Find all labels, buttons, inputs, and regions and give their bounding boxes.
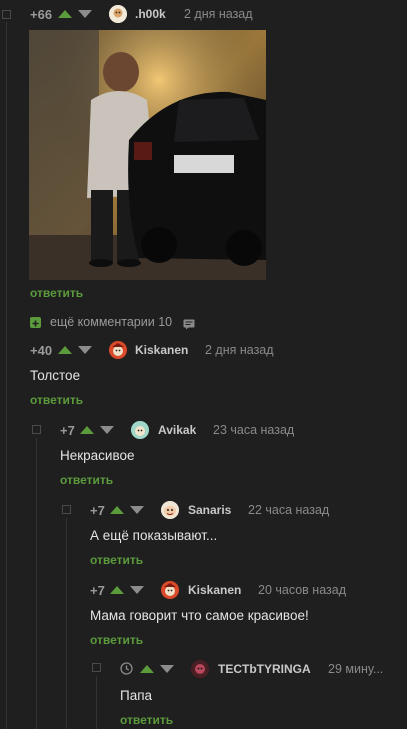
- username[interactable]: Kiskanen: [188, 583, 241, 597]
- comment-time: 2 дня назад: [184, 7, 253, 21]
- comment-rating: +40: [30, 343, 53, 358]
- comments-icon: [183, 318, 195, 333]
- clock-icon: [120, 662, 133, 678]
- username[interactable]: .h00k: [135, 7, 166, 21]
- comment-time: 29 мину...: [328, 662, 384, 676]
- avatar[interactable]: [109, 5, 127, 23]
- downvote-icon[interactable]: [100, 426, 114, 434]
- thread-line: [6, 22, 7, 729]
- comment-text: Папа: [120, 688, 153, 703]
- reply-link[interactable]: ответить: [90, 633, 143, 647]
- comment-text: А ещё показывают...: [90, 528, 218, 543]
- reply-link[interactable]: ответить: [90, 553, 143, 567]
- collapse-toggle[interactable]: [2, 10, 11, 19]
- comment-time: 20 часов назад: [258, 583, 346, 597]
- thread-line: [36, 438, 37, 729]
- comment-text: Толстое: [30, 368, 81, 383]
- comment-rating: +7: [60, 423, 75, 438]
- avatar[interactable]: [109, 341, 127, 359]
- comment-rating: +66: [30, 7, 53, 22]
- username[interactable]: Avikak: [158, 423, 196, 437]
- downvote-icon[interactable]: [130, 506, 144, 514]
- reply-link[interactable]: ответить: [30, 286, 83, 300]
- reply-link[interactable]: ответить: [60, 473, 113, 487]
- collapse-toggle[interactable]: [32, 425, 41, 434]
- comment-time: 22 часа назад: [248, 503, 330, 517]
- downvote-icon[interactable]: [78, 10, 92, 18]
- comment-time: 2 дня назад: [205, 343, 274, 357]
- expand-icon[interactable]: [30, 317, 41, 328]
- upvote-icon[interactable]: [140, 665, 154, 673]
- comment-rating: +7: [90, 503, 105, 518]
- upvote-icon[interactable]: [110, 506, 124, 514]
- collapse-toggle[interactable]: [92, 663, 101, 672]
- comment-time: 23 часа назад: [213, 423, 295, 437]
- comment-text: Мама говорит что самое красивое!: [90, 608, 309, 623]
- collapse-toggle[interactable]: [62, 505, 71, 514]
- comment-image[interactable]: [29, 30, 266, 280]
- more-comments-link[interactable]: ещё комментарии 10: [50, 315, 172, 329]
- comment-rating: +7: [90, 583, 105, 598]
- username[interactable]: Kiskanen: [135, 343, 188, 357]
- upvote-icon[interactable]: [80, 426, 94, 434]
- reply-link[interactable]: ответить: [120, 713, 173, 727]
- reply-link[interactable]: ответить: [30, 393, 83, 407]
- downvote-icon[interactable]: [160, 665, 174, 673]
- upvote-icon[interactable]: [58, 10, 72, 18]
- username[interactable]: Sanaris: [188, 503, 231, 517]
- avatar[interactable]: [131, 421, 149, 439]
- upvote-icon[interactable]: [110, 586, 124, 594]
- downvote-icon[interactable]: [130, 586, 144, 594]
- comment-text: Некрасивое: [60, 448, 135, 463]
- username[interactable]: TECTbTYRINGA: [218, 662, 311, 676]
- upvote-icon[interactable]: [58, 346, 72, 354]
- thread-line: [96, 676, 97, 729]
- avatar[interactable]: [161, 501, 179, 519]
- avatar[interactable]: [161, 581, 179, 599]
- thread-line: [66, 518, 67, 729]
- downvote-icon[interactable]: [78, 346, 92, 354]
- avatar[interactable]: [191, 660, 209, 678]
